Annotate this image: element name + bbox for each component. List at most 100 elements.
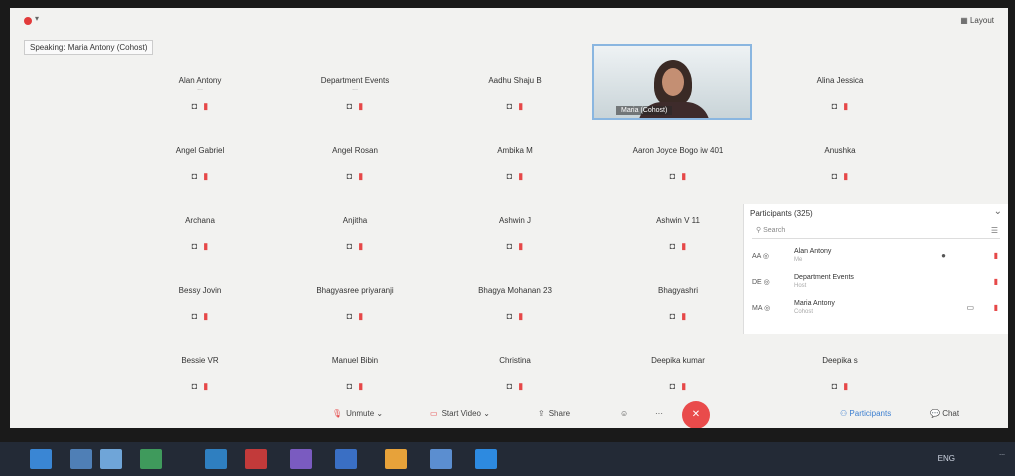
camera-off-icon: ◘ (506, 381, 513, 391)
mic-muted-icon[interactable]: ▮ (994, 251, 998, 260)
chat-button[interactable]: 💬 Chat (930, 409, 959, 418)
windows-start-icon[interactable] (30, 449, 52, 469)
chevron-down-icon[interactable]: ▾ (35, 14, 39, 23)
tile-sub (280, 365, 430, 373)
participant-search-input[interactable]: ⚲ Search ☰ (752, 226, 1000, 239)
mic-muted-icon[interactable]: ▮ (994, 303, 998, 312)
mic-muted-icon: ▮ (681, 171, 687, 181)
mail-icon[interactable] (430, 449, 452, 469)
layout-button[interactable]: ▦ Layout (960, 16, 994, 25)
tile-sub (765, 155, 915, 163)
camera-off-icon: ◘ (506, 171, 513, 181)
participant-tile[interactable]: Bhagya Mohanan 23 ◘ ▮ (440, 276, 590, 332)
camera-off-icon: ◘ (831, 101, 838, 111)
tile-sub (280, 295, 430, 303)
participant-tile[interactable]: Bhagyasree priyaranji ◘ ▮ (280, 276, 430, 332)
tile-name: Aadhu Shaju B (488, 76, 542, 85)
options-icon[interactable]: ☰ (991, 226, 998, 235)
camera-off-icon: ◘ (191, 171, 198, 181)
clock[interactable]: ... (999, 450, 1005, 457)
tile-sub (440, 295, 590, 303)
desktop-icon[interactable] (100, 449, 122, 469)
camera-off-icon: ◘ (506, 101, 513, 111)
recording-icon[interactable] (24, 17, 32, 25)
video-off-icon: ▭ (430, 409, 438, 418)
chrome-icon[interactable] (385, 449, 407, 469)
participant-tile[interactable]: Ashwin V 11 ◘ ▮ (603, 206, 753, 262)
mic-muted-icon: ▮ (843, 381, 849, 391)
tile-sub: ... (352, 85, 358, 92)
participant-tile[interactable]: Deepika s ◘ ▮ (765, 346, 915, 402)
participant-tile[interactable]: Angel Gabriel ◘ ▮ (125, 136, 275, 192)
mic-muted-icon[interactable]: ▮ (994, 277, 998, 286)
participant-tile[interactable]: Bhagyashri ◘ ▮ (603, 276, 753, 332)
tile-sub (765, 85, 915, 93)
app-blue-icon[interactable] (205, 449, 227, 469)
camera-icon[interactable]: ▭ (966, 303, 974, 312)
camera-off-icon: ◘ (191, 241, 198, 251)
share-button[interactable]: ⇪ Share (538, 409, 570, 418)
participants-panel: Participants (325) ⌄ ⚲ Search ☰ AA ◎ Alan… (743, 204, 1008, 334)
participant-tile[interactable]: Manuel Bibin ◘ ▮ (280, 346, 430, 402)
active-speaker-video[interactable]: Maria (Cohost) (592, 44, 752, 120)
camera-off-icon: ◘ (669, 311, 676, 321)
participant-tile[interactable]: Angel Rosan ◘ ▮ (280, 136, 430, 192)
participant-tile[interactable]: Christina ◘ ▮ (440, 346, 590, 402)
app-green-icon[interactable] (140, 449, 162, 469)
mic-muted-icon: ▮ (843, 171, 849, 181)
system-tray[interactable]: ENG (938, 454, 955, 463)
app-red-icon[interactable] (245, 449, 267, 469)
participant-row[interactable]: DE ◎ Department Events Host ▮ (752, 272, 1004, 296)
participant-tile[interactable]: Bessie VR ◘ ▮ (125, 346, 275, 402)
participant-tile[interactable]: Ambika M ◘ ▮ (440, 136, 590, 192)
tile-name: Ashwin J (498, 216, 531, 225)
participant-tile[interactable]: Ashwin J ◘ ▮ (440, 206, 590, 262)
participant-row[interactable]: MA ◎ Maria Antony Cohost ▭ ▮ (752, 298, 1004, 322)
participant-role: Host (794, 283, 807, 289)
unmute-button[interactable]: 🎙 Unmute ⌄ (332, 409, 383, 418)
participant-tile[interactable]: Bessy Jovin ◘ ▮ (125, 276, 275, 332)
file-explorer-icon[interactable] (70, 449, 92, 469)
mic-muted-icon: ▮ (203, 381, 209, 391)
participants-button[interactable]: ⚇ Participants (840, 409, 891, 418)
tile-sub: ... (197, 85, 203, 92)
participant-tile[interactable]: Alina Jessica ◘ ▮ (765, 66, 915, 122)
camera-off-icon: ◘ (346, 241, 353, 251)
tile-name: Archana (185, 216, 215, 225)
participant-tile[interactable]: Aaron Joyce Bogo iw 401 ◘ ▮ (603, 136, 753, 192)
camera-off-icon: ◘ (669, 171, 676, 181)
participant-tile[interactable]: Anushka ◘ ▮ (765, 136, 915, 192)
camera-icon[interactable]: ● (941, 251, 946, 260)
mic-muted-icon: ▮ (203, 171, 209, 181)
participant-tile[interactable]: Alan Antony... ◘ ▮ (125, 66, 275, 122)
tile-name: Bhagyashri (657, 286, 699, 295)
participant-tile[interactable]: Aadhu Shaju B ◘ ▮ (440, 66, 590, 122)
participant-name: Department Events (794, 274, 854, 281)
tile-name: Alina Jessica (816, 76, 864, 85)
app-purple-icon[interactable] (290, 449, 312, 469)
participant-tile[interactable]: Anjitha ◘ ▮ (280, 206, 430, 262)
camera-off-icon: ◘ (191, 381, 198, 391)
participant-tile[interactable]: Department Events... ◘ ▮ (280, 66, 430, 122)
leave-button[interactable]: ✕ (682, 401, 710, 428)
speaker-face (662, 68, 684, 96)
tile-sub (125, 295, 275, 303)
camera-off-icon: ◘ (669, 381, 676, 391)
reactions-button[interactable]: ☺ (620, 409, 628, 418)
participant-tile[interactable]: Deepika kumar ◘ ▮ (603, 346, 753, 402)
participant-row[interactable]: AA ◎ Alan Antony Me ● ▮ (752, 246, 1004, 270)
tile-name: Manuel Bibin (331, 356, 379, 365)
tile-sub (603, 155, 753, 163)
more-button[interactable]: ··· (655, 409, 663, 418)
meeting-controls: 🎙 Unmute ⌄ ▭ Start Video ⌄ ⇪ Share ☺ ··· ✕ … (10, 400, 1008, 428)
participants-label: Participants (849, 409, 892, 418)
participant-tile[interactable]: Archana ◘ ▮ (125, 206, 275, 262)
close-icon[interactable]: ⌄ (994, 206, 1002, 217)
tile-sub (440, 365, 590, 373)
layout-label: Layout (969, 16, 994, 25)
app-icon[interactable] (335, 449, 357, 469)
tile-name: Anushka (824, 146, 856, 155)
start-video-button[interactable]: ▭ Start Video ⌄ (430, 409, 490, 418)
zoom-app-icon[interactable] (475, 449, 497, 469)
tile-name: Angel Gabriel (175, 146, 225, 155)
